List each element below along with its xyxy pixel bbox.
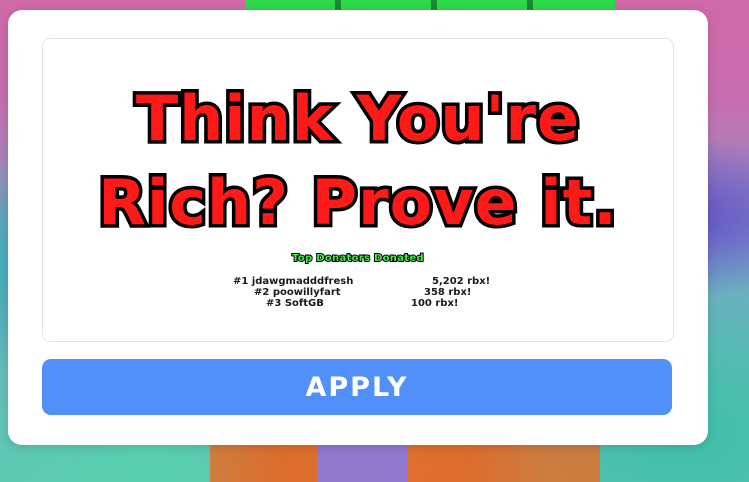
donor-amount: 100 rbx! xyxy=(411,298,459,309)
apply-button[interactable]: APPLY xyxy=(42,359,672,415)
headline-line-1: Think You're xyxy=(132,79,582,159)
sign-headline: Think You're Rich? Prove it. xyxy=(43,77,673,245)
top-donators-title: Top Donators Donated xyxy=(291,252,425,265)
donor-amount: 358 rbx! xyxy=(424,287,472,298)
donor-name: #2 poowillyfart xyxy=(254,287,341,298)
donor-amount: 5,202 rbx! xyxy=(432,276,491,287)
sign-preview: Think You're Rich? Prove it. Top Donator… xyxy=(42,38,674,342)
sign-preview-modal: Think You're Rich? Prove it. Top Donator… xyxy=(8,10,708,445)
donor-name: #3 SoftGB xyxy=(266,298,324,309)
headline-line-2: Rich? Prove it. xyxy=(95,163,621,243)
donor-name: #1 jdawgmadddfresh xyxy=(233,276,354,287)
background-purple-block xyxy=(318,440,408,482)
